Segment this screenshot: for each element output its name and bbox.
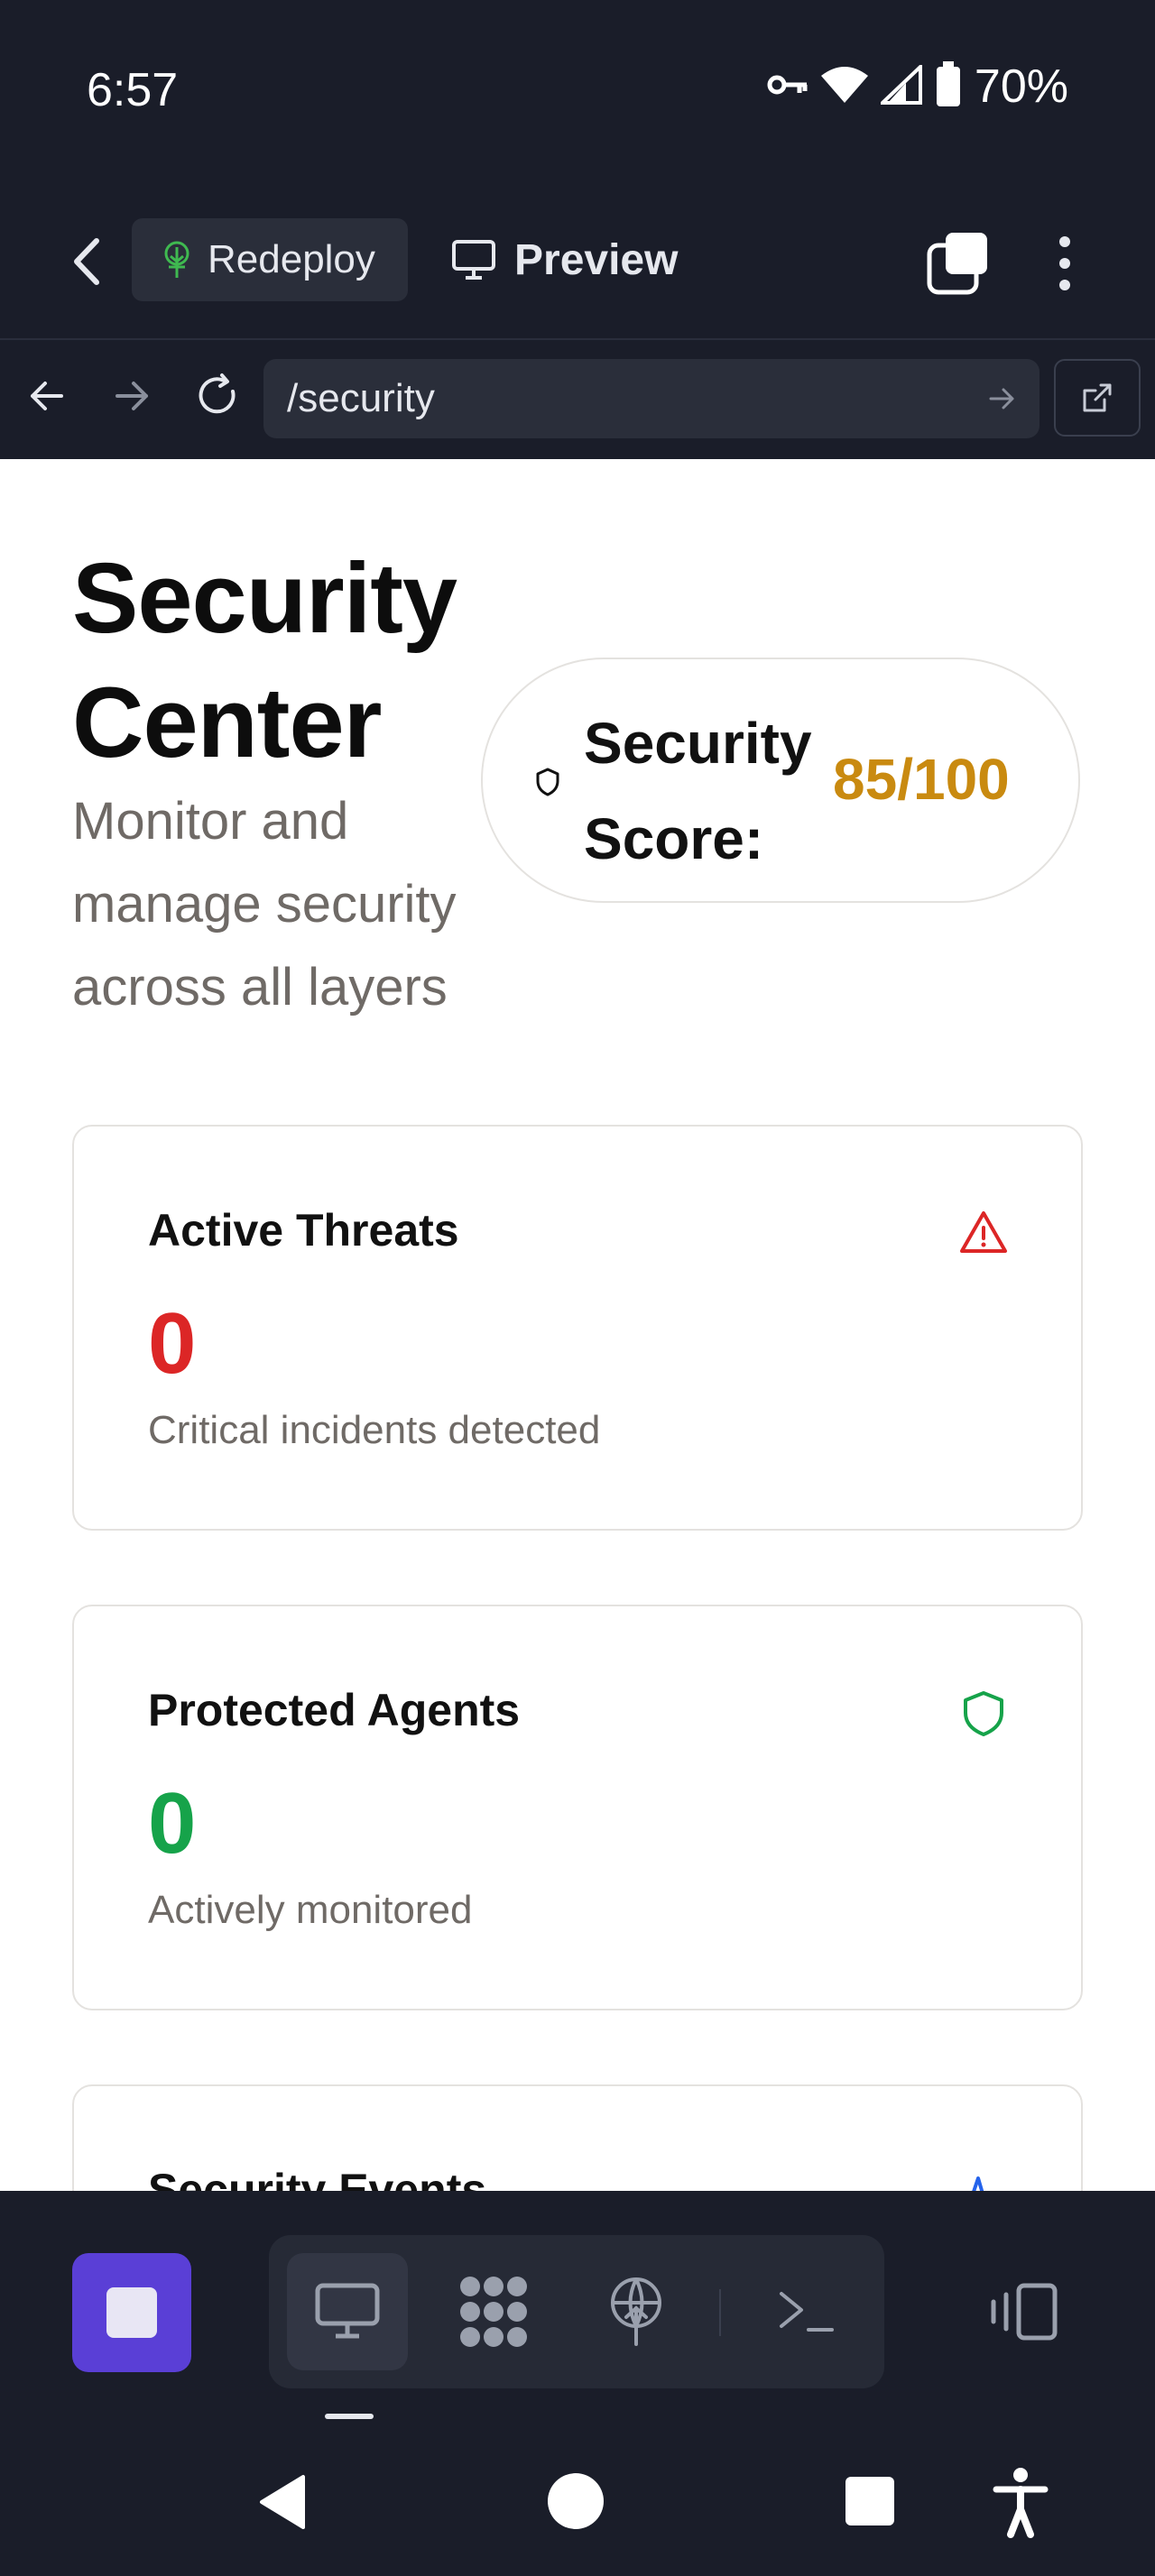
- accessibility-button[interactable]: [989, 2466, 1052, 2538]
- shield-icon: [536, 768, 559, 796]
- monitor-icon: [452, 240, 495, 280]
- active-tab-indicator: [325, 2414, 374, 2419]
- active-threats-count: 0: [148, 1295, 197, 1392]
- go-arrow-icon[interactable]: [985, 382, 1018, 415]
- redeploy-button[interactable]: Redeploy: [132, 218, 408, 301]
- external-link-icon: [1083, 383, 1112, 412]
- card-title: Security Events: [148, 2165, 487, 2191]
- security-score-value: 85/100: [833, 747, 1010, 812]
- agents-tool[interactable]: [435, 2253, 552, 2370]
- globe-upload-icon: [611, 2277, 661, 2346]
- tabs-icon: [927, 233, 987, 295]
- shield-icon: [964, 1691, 1003, 1736]
- system-back-button[interactable]: [253, 2471, 316, 2535]
- back-triangle-icon: [260, 2475, 305, 2529]
- vpn-key-icon: [767, 71, 808, 103]
- terminal-icon: [780, 2292, 834, 2332]
- activity-icon: [972, 2176, 984, 2191]
- tabs-button[interactable]: [922, 227, 994, 299]
- open-external-button[interactable]: [1054, 359, 1141, 437]
- page-content: Security Center Monitor and manage secur…: [0, 459, 1155, 2191]
- more-dot-icon: [1059, 236, 1070, 247]
- page-subtitle: Monitor and manage security across all l…: [72, 792, 457, 1017]
- desktop-preview-tool[interactable]: [287, 2253, 408, 2370]
- accessibility-icon: [993, 2468, 1049, 2538]
- reload-button[interactable]: [191, 364, 245, 428]
- toolbar-divider: [719, 2289, 721, 2336]
- security-score-badge: Security Score: 85/100: [481, 658, 1080, 903]
- monitor-icon: [315, 2283, 380, 2339]
- panel-toggle-button[interactable]: [975, 2253, 1074, 2370]
- wifi-icon: [820, 65, 868, 109]
- card-description: Critical incidents detected: [148, 1408, 601, 1452]
- more-dot-icon: [1059, 258, 1070, 269]
- page-title: Security Center: [72, 543, 457, 778]
- arrow-right-icon: [116, 382, 148, 410]
- arrow-left-icon: [31, 382, 63, 410]
- preview-label: Preview: [514, 235, 679, 284]
- tree-icon: [164, 241, 189, 278]
- reload-icon: [199, 373, 236, 414]
- side-panel-icon: [991, 2283, 1058, 2341]
- active-threats-card: Active Threats 0 Critical incidents dete…: [72, 1125, 1083, 1531]
- preview-button[interactable]: Preview: [451, 218, 678, 301]
- system-home-button[interactable]: [548, 2473, 604, 2529]
- url-input[interactable]: [285, 375, 985, 422]
- url-field[interactable]: [263, 359, 1040, 438]
- protected-agents-count: 0: [148, 1775, 197, 1872]
- nodes-icon: [460, 2277, 527, 2347]
- security-score-label: Security Score:: [584, 711, 812, 871]
- protected-agents-card: Protected Agents 0 Actively monitored: [72, 1605, 1083, 2010]
- stop-icon: [106, 2287, 157, 2338]
- card-title: Active Threats: [148, 1205, 459, 1256]
- stop-button[interactable]: [72, 2253, 191, 2372]
- deploy-tool[interactable]: [578, 2253, 695, 2370]
- redeploy-label: Redeploy: [208, 237, 375, 281]
- more-dot-icon: [1059, 280, 1070, 290]
- battery-icon: [935, 60, 962, 113]
- more-options-button[interactable]: [1038, 227, 1092, 299]
- system-recents-button[interactable]: [845, 2477, 894, 2525]
- system-icons: 70%: [767, 60, 1068, 114]
- warning-triangle-icon: [960, 1211, 1007, 1253]
- card-title: Protected Agents: [148, 1685, 521, 1735]
- back-button[interactable]: [54, 216, 117, 307]
- chevron-left-icon: [74, 238, 99, 285]
- browser-back-button[interactable]: [23, 364, 70, 428]
- signal-icon: [877, 61, 922, 109]
- card-description: Actively monitored: [148, 1888, 473, 1932]
- browser-forward-button[interactable]: [108, 364, 155, 428]
- status-time: 6:57: [87, 64, 179, 116]
- battery-percentage: 70%: [974, 60, 1068, 113]
- terminal-tool[interactable]: [747, 2253, 864, 2370]
- security-events-card: Security Events: [72, 2084, 1083, 2191]
